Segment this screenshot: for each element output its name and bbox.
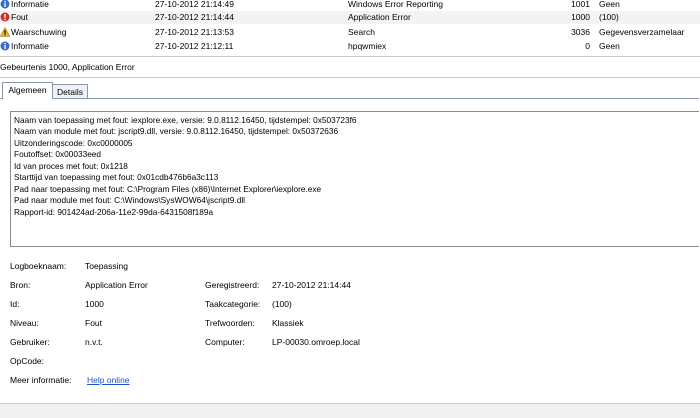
niveau-label: Niveau: (10, 318, 39, 328)
event-id: 1000 (571, 12, 590, 22)
help-online-link[interactable]: Help online (87, 374, 130, 386)
event-row[interactable]: Waarschuwing 27-10-2012 21:13:53 Search … (0, 26, 700, 39)
detail-title: Gebeurtenis 1000, Application Error (0, 62, 135, 72)
event-level: Informatie (11, 0, 49, 9)
description-line: Id van proces met fout: 0x1218 (14, 161, 128, 171)
trefwoorden-value: Klassiek (272, 318, 304, 328)
geregistreerd-value: 27-10-2012 21:14:44 (272, 280, 351, 290)
description-line: Rapport-id: 901424ad-206a-11e2-99da-6431… (14, 207, 214, 217)
computer-label: Computer: (205, 337, 245, 347)
gebruiker-label: Gebruiker: (10, 337, 50, 347)
tab-algemeen[interactable]: Algemeen (2, 82, 53, 99)
event-source: Search (348, 27, 375, 37)
bron-value: Application Error (85, 280, 148, 290)
event-source: hpqwmiex (348, 41, 387, 51)
id-value: 1000 (85, 299, 104, 309)
niveau-value: Fout (85, 318, 103, 328)
divider (0, 77, 700, 78)
description-line: Foutoffset: 0x00033eed (14, 149, 102, 159)
event-timestamp: 27-10-2012 21:14:44 (155, 12, 234, 22)
logboeknaam-label: Logboeknaam: (10, 261, 67, 271)
event-id: 1001 (571, 0, 590, 9)
event-category: Geen (599, 0, 620, 9)
taakcategorie-value: (100) (272, 299, 292, 309)
taakcategorie-label: Taakcategorie: (205, 299, 261, 309)
description-line: Naam van toepassing met fout: iexplore.e… (14, 115, 357, 125)
event-description-box[interactable]: Naam van toepassing met fout: iexplore.e… (10, 111, 699, 247)
info-icon (0, 0, 10, 9)
event-source: Application Error (348, 12, 411, 22)
event-id: 3036 (571, 27, 590, 37)
opcode-label: OpCode: (10, 356, 45, 366)
event-level: Fout (11, 12, 29, 22)
error-icon (0, 12, 10, 22)
description-line: Pad naar toepassing met fout: C:\Program… (14, 184, 322, 194)
description-line: Starttijd van toepassing met fout: 0x01c… (14, 172, 219, 182)
logboeknaam-value: Toepassing (85, 261, 129, 271)
geregistreerd-label: Geregistreerd: (205, 280, 260, 290)
meer-informatie-label: Meer informatie: (10, 375, 72, 385)
event-row[interactable]: Informatie 27-10-2012 21:12:11 hpqwmiex … (0, 40, 700, 53)
computer-value: LP-00030.omroep.local (272, 337, 360, 347)
trefwoorden-label: Trefwoorden: (205, 318, 255, 328)
description-line: Uitzonderingscode: 0xc0000005 (14, 138, 133, 148)
event-timestamp: 27-10-2012 21:12:11 (155, 41, 234, 51)
event-category: (100) (599, 12, 619, 22)
event-level: Waarschuwing (11, 27, 67, 37)
event-row[interactable]: Informatie 27-10-2012 21:14:49 Windows E… (0, 0, 700, 11)
id-label: Id: (10, 299, 20, 309)
event-source: Windows Error Reporting (348, 0, 443, 9)
event-row[interactable]: Fout 27-10-2012 21:14:44 Application Err… (0, 11, 700, 24)
gebruiker-value: n.v.t. (85, 337, 103, 347)
event-id: 0 (585, 41, 590, 51)
warning-icon (0, 27, 10, 37)
info-icon (0, 41, 10, 51)
event-list: Informatie 27-10-2012 21:14:49 Windows E… (0, 0, 700, 55)
description-line: Pad naar module met fout: C:\Windows\Sys… (14, 195, 246, 205)
description-line: Naam van module met fout: jscript9.dll, … (14, 126, 339, 136)
event-category: Geen (599, 41, 620, 51)
event-category: Gegevensverzamelaar (599, 27, 685, 37)
event-timestamp: 27-10-2012 21:13:53 (155, 27, 234, 37)
event-level: Informatie (11, 41, 49, 51)
divider (0, 56, 700, 57)
bottom-bar (0, 403, 700, 418)
event-timestamp: 27-10-2012 21:14:49 (155, 0, 234, 9)
bron-label: Bron: (10, 280, 31, 290)
